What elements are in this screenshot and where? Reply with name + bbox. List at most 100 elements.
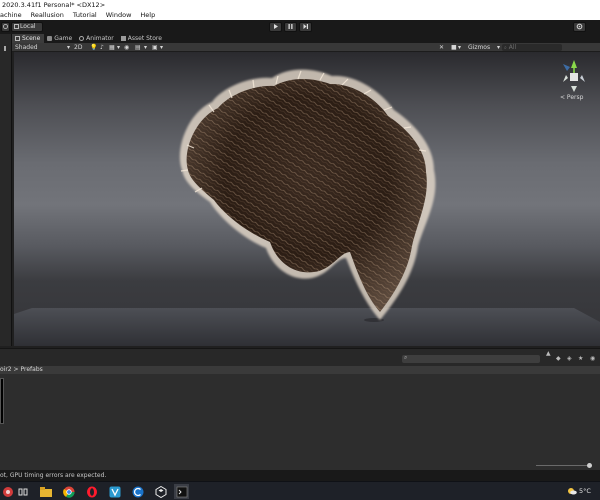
thumbnail-size-slider[interactable] [536,463,592,468]
tab-scene-label: Scene [22,35,41,42]
window-title: 2020.3.41f1 Personal* <DX12> [2,1,106,9]
menu-bar: achine Reallusion Tutorial Window Help [0,10,600,20]
project-assets-area[interactable] [0,374,600,470]
tab-game-label: Game [54,35,73,42]
hidden-objects-icon[interactable]: ◉ [124,43,129,52]
cross-tools-icon[interactable]: ✕ [439,43,444,52]
perspective-label[interactable]: < Persp [560,94,583,101]
main-toolbar: Local [0,20,600,34]
audio-toggle-icon[interactable]: ♪ [100,43,104,52]
grid-chevron-icon[interactable]: ▾ [144,43,147,52]
camera-icon[interactable]: ■ [451,43,457,52]
tab-asset-store[interactable]: Asset Store [118,34,166,43]
filter-label-icon[interactable]: ◈ [567,355,572,362]
floor-plane [14,308,600,346]
window-title-bar: 2020.3.41f1 Personal* <DX12> [0,0,600,10]
step-button[interactable] [299,22,312,32]
toggle-2d-button[interactable]: 2D [74,43,86,52]
editor-tab-bar: Scene Game Animator Asset Store [12,34,600,43]
tab-game[interactable]: Game [44,34,76,43]
slider-handle[interactable] [587,463,592,468]
breadcrumb-current[interactable]: Prefabs [20,366,42,373]
effects-dropdown-icon[interactable]: ▦ [109,43,115,52]
console-status-bar[interactable]: ot, GPU timing errors are expected. [0,470,600,481]
file-explorer-icon [39,486,52,497]
menu-item-tutorial[interactable]: Tutorial [73,10,97,20]
toggle-2d-label: 2D [74,44,83,51]
camera-chevron-icon[interactable]: ▾ [458,43,461,52]
hierarchy-panel-edge [0,34,12,346]
terminal-icon [176,486,187,497]
lock-icon[interactable]: ▲ [546,350,551,357]
favorite-icon[interactable]: ★ [578,355,583,362]
unity-hub-icon [132,486,143,497]
unity-hub-button[interactable] [130,484,145,499]
tab-scene[interactable]: Scene [12,34,45,43]
tab-animator[interactable]: Animator [76,34,118,43]
opera-icon [86,486,97,497]
windows-taskbar: 5°C [0,481,600,500]
filter-type-icon[interactable]: ◆ [556,355,561,362]
vivaldi-button[interactable] [107,484,122,499]
scene-search-placeholder: All [508,44,517,51]
chrome-button[interactable] [61,484,76,499]
menu-item-machine[interactable]: achine [0,10,22,20]
prefab-thumbnail[interactable] [0,378,4,424]
breadcrumb-parent[interactable]: oir2 [0,366,12,373]
local-icon [14,24,19,29]
scene-search-field[interactable]: ⌕ All [502,44,562,51]
game-controller-icon [47,36,53,41]
step-icon [303,24,308,29]
project-search-icon: ⌕ [404,354,408,361]
search-icon: ⌕ [504,45,507,51]
tools-icon[interactable]: ▣ [152,43,158,52]
shading-mode-dropdown[interactable]: Shaded ▾ [15,43,70,52]
project-breadcrumb: oir2 > Prefabs [0,366,600,374]
local-global-toggle[interactable]: Local [11,22,43,32]
terminal-button[interactable] [174,484,189,499]
menu-item-help[interactable]: Help [140,10,155,20]
gizmos-label: Gizmos [468,44,491,51]
scene-grid-icon [15,36,20,41]
weather-icon[interactable] [567,486,577,496]
lighting-toggle-icon[interactable]: 💡 [90,43,97,52]
grid-toggle-icon[interactable]: ▤ [135,43,141,52]
effects-chevron-icon[interactable]: ▾ [117,43,120,52]
tools-chevron-icon[interactable]: ▾ [160,43,163,52]
gizmos-chevron-icon: ▾ [496,44,500,51]
unity-editor-button[interactable] [153,484,168,499]
tab-animator-label: Animator [86,35,114,42]
hidden-count-icon[interactable]: ◉ [590,355,595,362]
task-view-button[interactable] [15,484,30,499]
vivaldi-icon [109,486,120,497]
hierarchy-marker [4,46,6,51]
scene-view-toolbar: Shaded ▾ 2D 💡 ♪ ▦ ▾ ◉ ▤ ▾ ▣ ▾ ✕ ■ ▾ Gizm… [12,43,600,52]
chrome-icon [62,486,75,498]
chevron-down-icon: ▾ [66,44,70,51]
play-button[interactable] [269,22,282,32]
status-message: ot, GPU timing errors are expected. [0,472,107,479]
local-toggle-label: Local [20,23,36,30]
unity-editor-icon [155,485,166,498]
weather-temperature[interactable]: 5°C [579,487,591,495]
scene-render [14,69,600,346]
file-explorer-button[interactable] [38,484,53,499]
play-icon [274,24,278,29]
tab-asset-store-label: Asset Store [127,35,162,42]
pivot-toggle-button[interactable] [1,22,10,32]
pivot-icon [3,24,8,29]
project-panel-toolbar: ⌕ ▲ ◆ ◈ ★ ◉ [0,348,600,366]
menu-item-window[interactable]: Window [106,10,132,20]
account-button[interactable] [573,22,586,32]
orientation-gizmo[interactable]: < Persp [554,56,594,104]
gizmos-dropdown[interactable]: Gizmos ▾ [468,43,500,52]
scene-viewport[interactable]: < Persp [14,52,600,346]
project-search-field[interactable]: ⌕ [402,354,540,363]
start-logo-icon [2,486,13,497]
menu-item-reallusion[interactable]: Reallusion [31,10,64,20]
start-button[interactable] [0,484,15,499]
task-view-icon [18,488,27,495]
opera-button[interactable] [84,484,99,499]
pause-button[interactable] [284,22,297,32]
axis-gizmo-icon [563,60,585,92]
